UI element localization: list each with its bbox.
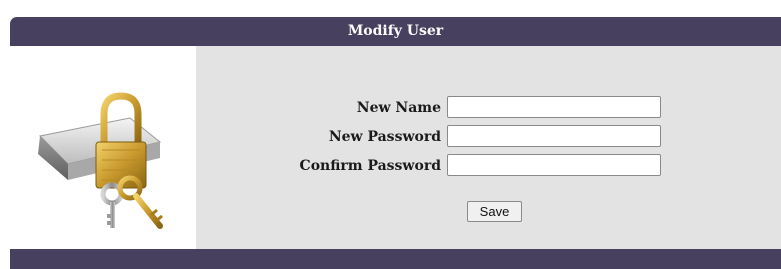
new-name-row: New Name (196, 96, 781, 120)
lock-keys-drive-icon (38, 92, 163, 229)
confirm-password-row: Confirm Password (196, 154, 781, 178)
user-form: New Name New Password Confirm Password S… (196, 46, 781, 249)
new-name-input[interactable] (447, 96, 661, 118)
icon-area (10, 46, 196, 249)
footer-bar (10, 249, 781, 269)
save-button[interactable]: Save (467, 201, 522, 222)
new-password-input[interactable] (447, 125, 661, 147)
confirm-password-input[interactable] (447, 154, 661, 176)
modify-user-panel: Modify User New Name New Password Confir… (10, 17, 781, 269)
new-name-label: New Name (356, 100, 441, 116)
new-password-row: New Password (196, 125, 781, 149)
confirm-password-label: Confirm Password (299, 158, 441, 174)
new-password-label: New Password (328, 129, 441, 145)
panel-title: Modify User (10, 17, 781, 46)
